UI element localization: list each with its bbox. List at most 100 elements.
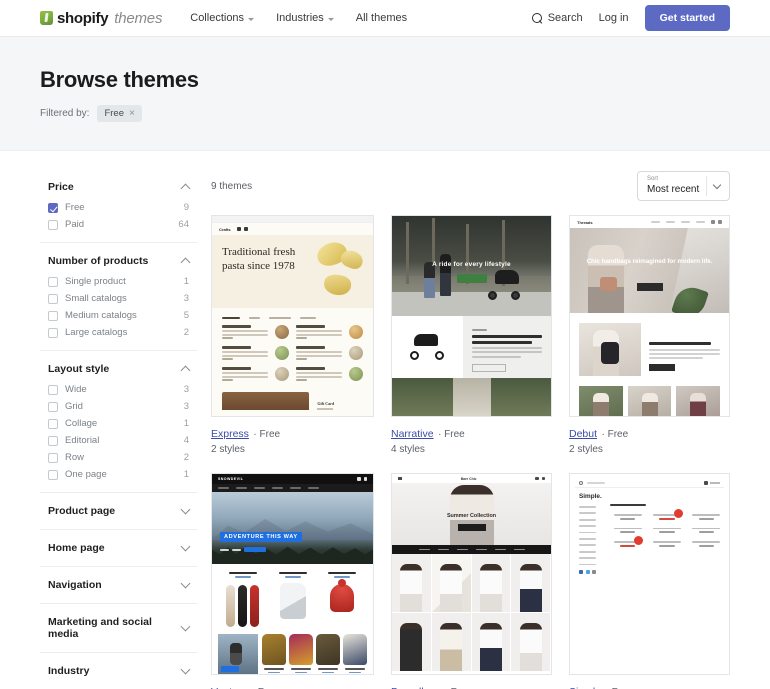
chevron-down-icon <box>180 578 191 589</box>
facet-product-page: Product page <box>40 493 197 530</box>
filter-option-large-catalogs[interactable]: Large catalogs 2 <box>48 327 189 338</box>
filter-option-single-product[interactable]: Single product 1 <box>48 276 189 287</box>
nav-label-industries: Industries <box>276 12 324 24</box>
filter-option-wide[interactable]: Wide 3 <box>48 384 189 395</box>
checkbox-large-catalogs[interactable] <box>48 327 58 338</box>
filter-option-editorial[interactable]: Editorial 4 <box>48 435 189 446</box>
search-button[interactable]: Search <box>531 12 583 24</box>
nav-item-industries[interactable]: Industries <box>276 12 334 24</box>
chevron-up-icon <box>180 365 191 376</box>
preview-product-cell <box>511 613 551 672</box>
preview-cta-button <box>456 274 487 283</box>
theme-card-venture[interactable]: SNOWDEVIL ADVENTURE THIS WAY <box>211 473 374 689</box>
facet-header-layout-style[interactable]: Layout style <box>48 363 191 376</box>
theme-preview-venture[interactable]: SNOWDEVIL ADVENTURE THIS WAY <box>211 473 374 675</box>
theme-styles-count: 2 styles <box>569 444 603 455</box>
nav-item-all-themes[interactable]: All themes <box>356 12 407 24</box>
sale-badge <box>673 509 683 519</box>
theme-preview-express[interactable]: Crafts Traditional fresh pasta since 197… <box>211 215 374 417</box>
facet-header-product-page[interactable]: Product page <box>48 504 191 517</box>
checkbox-collage[interactable] <box>48 418 58 429</box>
facet-home-page: Home page <box>40 530 197 567</box>
login-link[interactable]: Log in <box>599 12 629 24</box>
checkbox-grid[interactable] <box>48 401 58 412</box>
active-filters: Filtered by: Free × <box>40 105 730 122</box>
close-icon[interactable]: × <box>129 108 135 119</box>
option-label: Free <box>65 202 85 213</box>
checkbox-small-catalogs[interactable] <box>48 293 58 304</box>
option-label: Editorial <box>65 435 100 446</box>
preview-announcement-text <box>292 218 293 221</box>
facet-header-home-page[interactable]: Home page <box>48 541 191 554</box>
facet-header-navigation[interactable]: Navigation <box>48 578 191 591</box>
checkbox-editorial[interactable] <box>48 435 58 446</box>
facet-header-marketing-and-social-media[interactable]: Marketing and social media <box>48 616 191 640</box>
facet-header-industry[interactable]: Industry <box>48 664 191 677</box>
checkbox-medium-catalogs[interactable] <box>48 310 58 321</box>
theme-name-link[interactable]: Narrative <box>391 428 434 440</box>
checkbox-row[interactable] <box>48 452 58 463</box>
filter-option-grid[interactable]: Grid 3 <box>48 401 189 412</box>
facet-navigation: Navigation <box>40 567 197 604</box>
filter-option-small-catalogs[interactable]: Small catalogs 3 <box>48 293 189 304</box>
theme-card-simple[interactable]: Simple. <box>569 473 730 689</box>
theme-preview-boundless[interactable]: Bare Chic Summer Collection <box>391 473 552 675</box>
checkbox-one-page[interactable] <box>48 469 58 480</box>
facet-title-number-of-products: Number of products <box>48 255 149 267</box>
preview-brand: Bare Chic <box>460 476 477 481</box>
checkbox-single-product[interactable] <box>48 276 58 287</box>
theme-preview-debut[interactable]: Threads Chic handbags reimagined for mod… <box>569 215 730 417</box>
preview-cta-button <box>636 283 663 291</box>
facet-options-layout-style: Wide 3 Grid 3 Collage 1 Editorial 4 Row … <box>48 384 189 480</box>
theme-card-debut[interactable]: Threads Chic handbags reimagined for mod… <box>569 215 730 455</box>
facet-header-price[interactable]: Price <box>48 181 191 194</box>
get-started-button[interactable]: Get started <box>644 5 730 31</box>
filter-option-collage[interactable]: Collage 1 <box>48 418 189 429</box>
preview-menu-row <box>222 325 363 340</box>
filter-option-one-page[interactable]: One page 1 <box>48 469 189 480</box>
preview-nav-icons <box>357 477 367 481</box>
theme-preview-simple[interactable]: Simple. <box>569 473 730 675</box>
preview-headline: Chic handbags reimagined for modern life… <box>586 258 713 265</box>
filter-option-free[interactable]: Free 9 <box>48 202 189 213</box>
pasta-icon <box>322 273 353 297</box>
theme-card-narrative[interactable]: A ride for every lifestyle Narrative · F… <box>391 215 552 455</box>
filter-option-paid[interactable]: Paid 64 <box>48 219 189 230</box>
preview-sidebar-nav <box>579 504 605 574</box>
theme-meta: Simple · Free 3 styles <box>569 682 730 689</box>
sort-select[interactable]: Sort Most recent <box>637 170 730 202</box>
shopify-themes-logo[interactable]: shopify themes <box>40 10 162 27</box>
checkbox-paid[interactable] <box>48 219 58 230</box>
social-icons <box>579 569 605 574</box>
beanie-icon <box>330 584 355 613</box>
theme-meta: Venture · Free 3 styles <box>211 682 374 689</box>
preview-art-apparel: Bare Chic Summer Collection <box>392 474 551 674</box>
filter-option-row[interactable]: Row 2 <box>48 452 189 463</box>
checkbox-free[interactable] <box>48 202 58 213</box>
preview-topbar: Bare Chic <box>392 474 551 483</box>
chevron-down-icon <box>180 621 191 632</box>
theme-price: · Free <box>601 429 629 440</box>
nav-item-collections[interactable]: Collections <box>190 12 255 24</box>
preview-product-cell <box>676 386 721 416</box>
checkbox-wide[interactable] <box>48 384 58 395</box>
theme-name-link[interactable]: Express <box>211 428 249 440</box>
preview-navbar <box>212 484 373 492</box>
facet-header-number-of-products[interactable]: Number of products <box>48 255 191 268</box>
preview-gift-card: Gift Card <box>317 401 334 411</box>
preview-product-cell <box>689 538 724 547</box>
results-count: 9 themes <box>211 180 253 192</box>
option-label: Row <box>65 452 85 463</box>
theme-meta: Narrative · Free 4 styles <box>391 424 552 455</box>
preview-navbar: Threads <box>570 216 729 228</box>
preview-product-cell <box>289 634 313 674</box>
preview-navbar: Crafts <box>212 223 373 235</box>
theme-name-link[interactable]: Debut <box>569 428 597 440</box>
facet-price: Price Free 9 Paid 64 <box>40 169 197 243</box>
filter-option-medium-catalogs[interactable]: Medium catalogs 5 <box>48 310 189 321</box>
preview-category <box>317 572 367 628</box>
filter-chip-free[interactable]: Free × <box>97 105 142 122</box>
theme-card-express[interactable]: Crafts Traditional fresh pasta since 197… <box>211 215 374 455</box>
theme-preview-narrative[interactable]: A ride for every lifestyle <box>391 215 552 417</box>
theme-card-boundless[interactable]: Bare Chic Summer Collection <box>391 473 552 689</box>
